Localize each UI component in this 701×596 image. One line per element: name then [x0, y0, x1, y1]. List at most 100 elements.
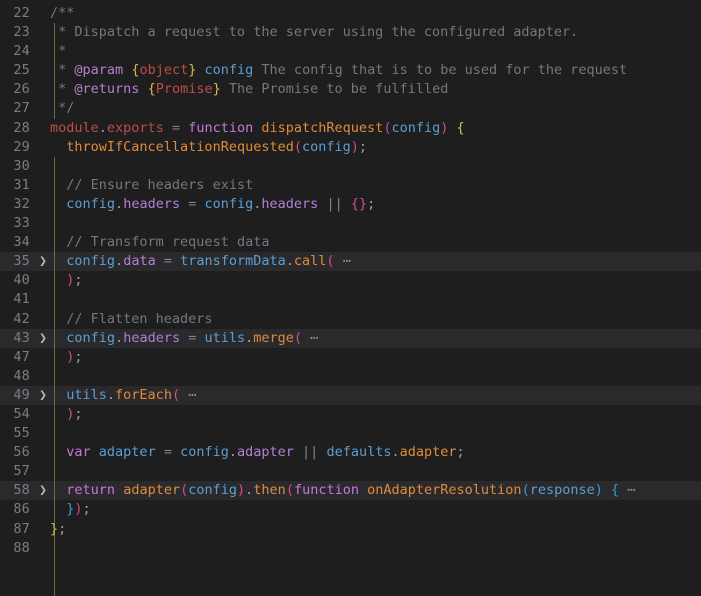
line-content[interactable]	[50, 539, 701, 558]
line-content[interactable]: // Transform request data	[50, 233, 701, 252]
line-gutter[interactable]: 48	[0, 367, 50, 386]
token-var: config	[66, 196, 115, 212]
line-content[interactable]: * Dispatch a request to the server using…	[50, 23, 701, 42]
chevron-right-icon[interactable]: ❯	[39, 481, 47, 500]
line-content[interactable]: throwIfCancellationRequested(config);	[50, 138, 701, 157]
line-content[interactable]: );	[50, 405, 701, 424]
code-line[interactable]: 48	[0, 367, 701, 386]
line-gutter[interactable]: 31	[0, 176, 50, 195]
line-gutter[interactable]: 88	[0, 539, 50, 558]
line-content[interactable]	[50, 462, 701, 481]
line-content[interactable]: module.exports = function dispatchReques…	[50, 119, 701, 138]
line-gutter[interactable]: 33	[0, 214, 50, 233]
code-line[interactable]: 24 *	[0, 42, 701, 61]
line-gutter[interactable]: 34	[0, 233, 50, 252]
line-content[interactable]	[50, 214, 701, 233]
line-gutter[interactable]: 40	[0, 271, 50, 290]
line-gutter[interactable]: 43❯	[0, 329, 50, 348]
line-content[interactable]: );	[50, 271, 701, 290]
code-line[interactable]: 22/**	[0, 4, 701, 23]
chevron-right-icon[interactable]: ❯	[39, 386, 47, 405]
token-plain	[115, 482, 123, 498]
token-var: utils	[204, 330, 245, 346]
line-gutter[interactable]: 22	[0, 4, 50, 23]
line-content[interactable]: );	[50, 348, 701, 367]
code-line[interactable]: 55	[0, 424, 701, 443]
chevron-right-icon[interactable]: ❯	[39, 329, 47, 348]
code-editor[interactable]: 22/**23 * Dispatch a request to the serv…	[0, 0, 701, 574]
code-line[interactable]: 87};	[0, 520, 701, 539]
line-gutter[interactable]: 86	[0, 500, 50, 519]
line-gutter[interactable]: 41	[0, 290, 50, 309]
token-paren: )	[74, 501, 82, 517]
line-gutter[interactable]: 56	[0, 443, 50, 462]
line-gutter[interactable]: 58❯	[0, 481, 50, 500]
code-line[interactable]: 40 );	[0, 271, 701, 290]
line-content[interactable]: utils.forEach( ⋯	[50, 386, 701, 405]
line-content[interactable]: *	[50, 42, 701, 61]
line-gutter[interactable]: 54	[0, 405, 50, 424]
line-content[interactable]	[50, 367, 701, 386]
code-line[interactable]: 34 // Transform request data	[0, 233, 701, 252]
code-line[interactable]: 41	[0, 290, 701, 309]
line-gutter[interactable]: 47	[0, 348, 50, 367]
line-content[interactable]: * @returns {Promise} The Promise to be f…	[50, 80, 701, 99]
line-gutter[interactable]: 29	[0, 138, 50, 157]
line-content[interactable]: // Flatten headers	[50, 310, 701, 329]
line-gutter[interactable]: 25	[0, 61, 50, 80]
code-line[interactable]: 43❯ config.headers = utils.merge( ⋯	[0, 329, 701, 348]
line-gutter[interactable]: 24	[0, 42, 50, 61]
line-content[interactable]: });	[50, 500, 701, 519]
code-line[interactable]: 28module.exports = function dispatchRequ…	[0, 119, 701, 138]
line-content[interactable]	[50, 290, 701, 309]
line-content[interactable]: return adapter(config).then(function onA…	[50, 481, 701, 500]
line-content[interactable]: config.headers = config.headers || {};	[50, 195, 701, 214]
code-line[interactable]: 47 );	[0, 348, 701, 367]
code-line[interactable]: 29 throwIfCancellationRequested(config);	[0, 138, 701, 157]
code-line[interactable]: 25 * @param {object} config The config t…	[0, 61, 701, 80]
line-gutter[interactable]: 57	[0, 462, 50, 481]
line-content[interactable]: var adapter = config.adapter || defaults…	[50, 443, 701, 462]
line-content[interactable]	[50, 424, 701, 443]
line-gutter[interactable]: 23	[0, 23, 50, 42]
code-line[interactable]: 32 config.headers = config.headers || {}…	[0, 195, 701, 214]
line-gutter[interactable]: 27	[0, 99, 50, 118]
line-content[interactable]	[50, 157, 701, 176]
code-line[interactable]: 26 * @returns {Promise} The Promise to b…	[0, 80, 701, 99]
line-content[interactable]: config.headers = utils.merge( ⋯	[50, 329, 701, 348]
code-line[interactable]: 31 // Ensure headers exist	[0, 176, 701, 195]
line-content[interactable]: config.data = transformData.call( ⋯	[50, 252, 701, 271]
line-content[interactable]: /**	[50, 4, 701, 23]
chevron-right-icon[interactable]: ❯	[39, 252, 47, 271]
code-line[interactable]: 27 */	[0, 99, 701, 118]
token-semi: ;	[457, 444, 465, 460]
line-content[interactable]: * @param {object} config The config that…	[50, 61, 701, 80]
line-gutter[interactable]: 32	[0, 195, 50, 214]
line-gutter[interactable]: 28	[0, 119, 50, 138]
code-line[interactable]: 88	[0, 539, 701, 558]
token-op: =	[180, 196, 204, 212]
line-gutter[interactable]: 35❯	[0, 252, 50, 271]
line-gutter[interactable]: 55	[0, 424, 50, 443]
code-line[interactable]: 49❯ utils.forEach( ⋯	[0, 386, 701, 405]
code-line[interactable]: 56 var adapter = config.adapter || defau…	[0, 443, 701, 462]
code-line[interactable]: 54 );	[0, 405, 701, 424]
code-line[interactable]: 30	[0, 157, 701, 176]
line-content[interactable]: };	[50, 520, 701, 539]
token-plain	[50, 311, 66, 327]
code-line[interactable]: 33	[0, 214, 701, 233]
line-gutter[interactable]: 26	[0, 80, 50, 99]
line-gutter[interactable]: 30	[0, 157, 50, 176]
token-paren2: {	[611, 482, 619, 498]
line-gutter[interactable]: 42	[0, 310, 50, 329]
line-content[interactable]: // Ensure headers exist	[50, 176, 701, 195]
line-gutter[interactable]: 49❯	[0, 386, 50, 405]
line-gutter[interactable]: 87	[0, 520, 50, 539]
code-line[interactable]: 86 });	[0, 500, 701, 519]
code-line[interactable]: 58❯ return adapter(config).then(function…	[0, 481, 701, 500]
code-line[interactable]: 35❯ config.data = transformData.call( ⋯	[0, 252, 701, 271]
code-line[interactable]: 57	[0, 462, 701, 481]
code-line[interactable]: 23 * Dispatch a request to the server us…	[0, 23, 701, 42]
line-content[interactable]: */	[50, 99, 701, 118]
code-line[interactable]: 42 // Flatten headers	[0, 310, 701, 329]
